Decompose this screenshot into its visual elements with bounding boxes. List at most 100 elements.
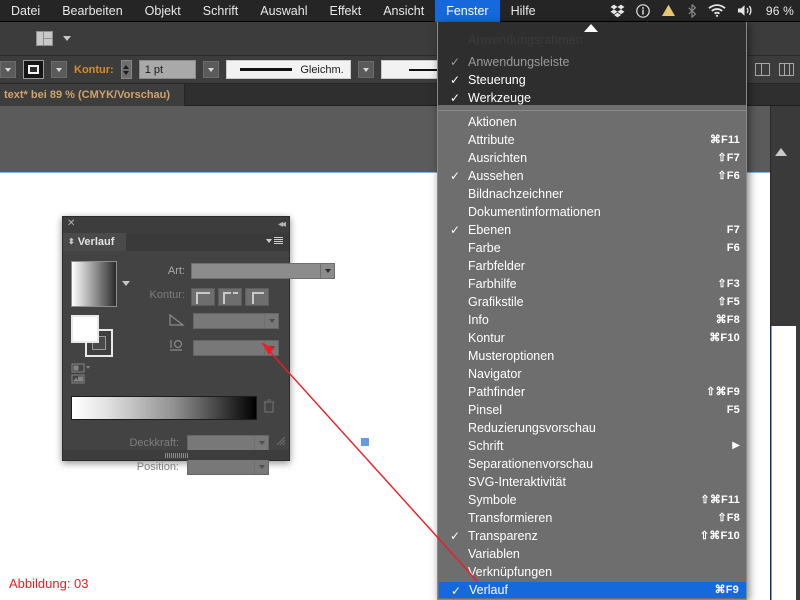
wifi-icon[interactable] <box>708 4 726 17</box>
stroke-swatch-icon[interactable] <box>23 60 44 79</box>
gradient-panel[interactable]: ✕ ◂◂ ⬍ Verlauf Art: Kontur: Deckkraft: P… <box>62 216 335 475</box>
menu-item-farbfelder[interactable]: Farbfelder <box>438 257 746 275</box>
menu-item-label: Farbfelder <box>468 259 525 273</box>
gradient-swatch-icon[interactable] <box>71 261 117 307</box>
gradient-panel-tabrow: ⬍ Verlauf <box>63 233 289 251</box>
gradient-type-chevron-down-icon[interactable] <box>320 264 334 278</box>
gradient-slider[interactable] <box>71 396 257 420</box>
menu-item-werkzeuge[interactable]: ✓ Werkzeuge <box>438 89 746 107</box>
menu-item-aussehen[interactable]: ✓ Aussehen ⇧F6 <box>438 167 746 185</box>
panel-icon-2[interactable] <box>755 63 770 76</box>
gradient-opacity-chevron-down-icon[interactable] <box>254 436 268 450</box>
collapse-panel-icon[interactable]: ◂◂ <box>278 219 286 230</box>
right-scroll-column[interactable] <box>770 106 800 600</box>
menu-item-reduzierungsvorschau[interactable]: Reduzierungsvorschau <box>438 419 746 437</box>
menu-item-bearbeiten[interactable]: Bearbeiten <box>51 0 133 22</box>
gradient-aspect-chevron-down-icon[interactable] <box>264 340 278 355</box>
scroll-up-arrow-icon[interactable] <box>775 148 787 156</box>
gradient-position-row: Position: <box>103 459 269 475</box>
menu-item-auswahl[interactable]: Auswahl <box>249 0 318 22</box>
menu-item-schrift[interactable]: Schrift ▶ <box>438 437 746 455</box>
menu-item-farbhilfe[interactable]: Farbhilfe ⇧F3 <box>438 275 746 293</box>
gradient-angle-select[interactable] <box>193 313 279 329</box>
fill-stroke-indicator-icon[interactable] <box>71 315 115 359</box>
stroke-chevron-down-icon[interactable] <box>51 61 67 78</box>
menu-item-datei[interactable]: Datei <box>0 0 51 22</box>
stroke-gradient-across-icon[interactable] <box>245 288 269 306</box>
stroke-weight-stepper[interactable] <box>120 60 132 79</box>
stroke-gradient-options[interactable] <box>191 288 269 306</box>
menu-item-separationenvorschau[interactable]: Separationenvorschau <box>438 455 746 473</box>
gradient-aspect-select[interactable] <box>193 339 279 356</box>
workspace-layout-icon[interactable] <box>36 31 53 46</box>
volume-icon[interactable] <box>737 4 755 17</box>
tab-verlauf[interactable]: ⬍ Verlauf <box>63 233 127 251</box>
close-icon[interactable]: ✕ <box>67 219 75 229</box>
fill-chevron-down-icon[interactable] <box>0 61 16 78</box>
menu-item-schrift[interactable]: Schrift <box>192 0 249 22</box>
drag-grip-icon[interactable] <box>63 450 289 460</box>
stroke-weight-input[interactable]: 1 pt <box>138 60 196 79</box>
menu-item-anwendungsrahmen[interactable]: Anwendungsrahmen <box>438 31 746 49</box>
panel-icon-3[interactable] <box>779 63 794 76</box>
menu-item-navigator[interactable]: Navigator <box>438 365 746 383</box>
menu-item-ausrichten[interactable]: Ausrichten ⇧F7 <box>438 149 746 167</box>
gradient-panel-titlebar[interactable]: ✕ ◂◂ <box>63 217 289 233</box>
menu-item-label: SVG-Interaktivität <box>468 475 566 489</box>
menu-item-aktionen[interactable]: Aktionen <box>438 113 746 131</box>
menu-item-pathfinder[interactable]: Pathfinder ⇧⌘F9 <box>438 383 746 401</box>
menu-item-verlauf[interactable]: ✓ Verlauf ⌘F9 <box>438 581 746 599</box>
menu-item-dokumentinformationen[interactable]: Dokumentinformationen <box>438 203 746 221</box>
gradient-stroke-label: Kontur: <box>149 289 185 301</box>
menu-item-bildnachzeichner[interactable]: Bildnachzeichner <box>438 185 746 203</box>
gradient-position-chevron-down-icon[interactable] <box>254 460 268 474</box>
gradient-swatch-chevron-down-icon[interactable] <box>122 281 130 286</box>
info-circle-icon[interactable] <box>636 3 650 18</box>
menu-item-label: Bildnachzeichner <box>468 187 564 201</box>
menu-item-shortcut: ⇧⌘F11 <box>700 494 740 506</box>
gradient-type-icons[interactable] <box>71 363 105 385</box>
stroke-gradient-along-icon[interactable] <box>218 288 242 306</box>
menu-item-hilfe[interactable]: Hilfe <box>500 0 547 22</box>
menu-item-pinsel[interactable]: Pinsel F5 <box>438 401 746 419</box>
menu-item-effekt[interactable]: Effekt <box>318 0 372 22</box>
gradient-position-select[interactable] <box>187 459 269 475</box>
stroke-weight-chevron-down-icon[interactable] <box>202 61 219 78</box>
menu-item-attribute[interactable]: Attribute ⌘F11 <box>438 131 746 149</box>
menu-item-objekt[interactable]: Objekt <box>134 0 192 22</box>
menu-item-info[interactable]: Info ⌘F8 <box>438 311 746 329</box>
gradient-opacity-select[interactable] <box>187 435 269 451</box>
panel-menu-icon[interactable] <box>266 237 283 244</box>
menu-item-verknüpfungen[interactable]: Verknüpfungen <box>438 563 746 581</box>
menu-item-transparenz[interactable]: ✓ Transparenz ⇧⌘F10 <box>438 527 746 545</box>
menu-item-fenster[interactable]: Fenster <box>435 0 500 22</box>
selected-rectangle-object[interactable] <box>361 438 369 446</box>
menu-item-symbole[interactable]: Symbole ⇧⌘F11 <box>438 491 746 509</box>
menu-item-steuerung[interactable]: ✓ Steuerung <box>438 71 746 89</box>
menu-item-svg-interaktivität[interactable]: SVG-Interaktivität <box>438 473 746 491</box>
menu-item-label: Grafikstile <box>468 295 524 309</box>
menu-item-anwendungsleiste[interactable]: ✓ Anwendungsleiste <box>438 53 746 71</box>
document-tab[interactable]: text* bei 89 % (CMYK/Vorschau) <box>0 84 186 106</box>
menu-item-ebenen[interactable]: ✓ Ebenen F7 <box>438 221 746 239</box>
menu-item-farbe[interactable]: Farbe F6 <box>438 239 746 257</box>
menu-item-variablen[interactable]: Variablen <box>438 545 746 563</box>
menu-item-ansicht[interactable]: Ansicht <box>372 0 435 22</box>
workspace-chevron-down-icon[interactable] <box>63 36 71 41</box>
gradient-angle-chevron-down-icon[interactable] <box>264 314 278 328</box>
stroke-profile-chevron-down-icon[interactable] <box>357 61 374 78</box>
menu-item-musteroptionen[interactable]: Musteroptionen <box>438 347 746 365</box>
dropbox-icon[interactable] <box>610 4 625 18</box>
trash-icon[interactable] <box>263 399 275 413</box>
gradient-type-select[interactable] <box>191 263 335 279</box>
resize-grip-icon[interactable] <box>275 435 286 446</box>
menu-item-kontur[interactable]: Kontur ⌘F10 <box>438 329 746 347</box>
gradient-type-row: Art: <box>129 263 335 279</box>
menu-item-transformieren[interactable]: Transformieren ⇧F8 <box>438 509 746 527</box>
warning-triangle-icon[interactable] <box>661 4 676 17</box>
menu-item-grafikstile[interactable]: Grafikstile ⇧F5 <box>438 293 746 311</box>
stroke-profile-select[interactable]: Gleichm. <box>225 60 351 79</box>
fenster-dropdown-menu[interactable]: Anwendungsrahmen ✓ Anwendungsleiste ✓ Steuer… <box>437 22 747 600</box>
bluetooth-icon[interactable] <box>687 3 697 18</box>
stroke-gradient-within-icon[interactable] <box>191 288 215 306</box>
